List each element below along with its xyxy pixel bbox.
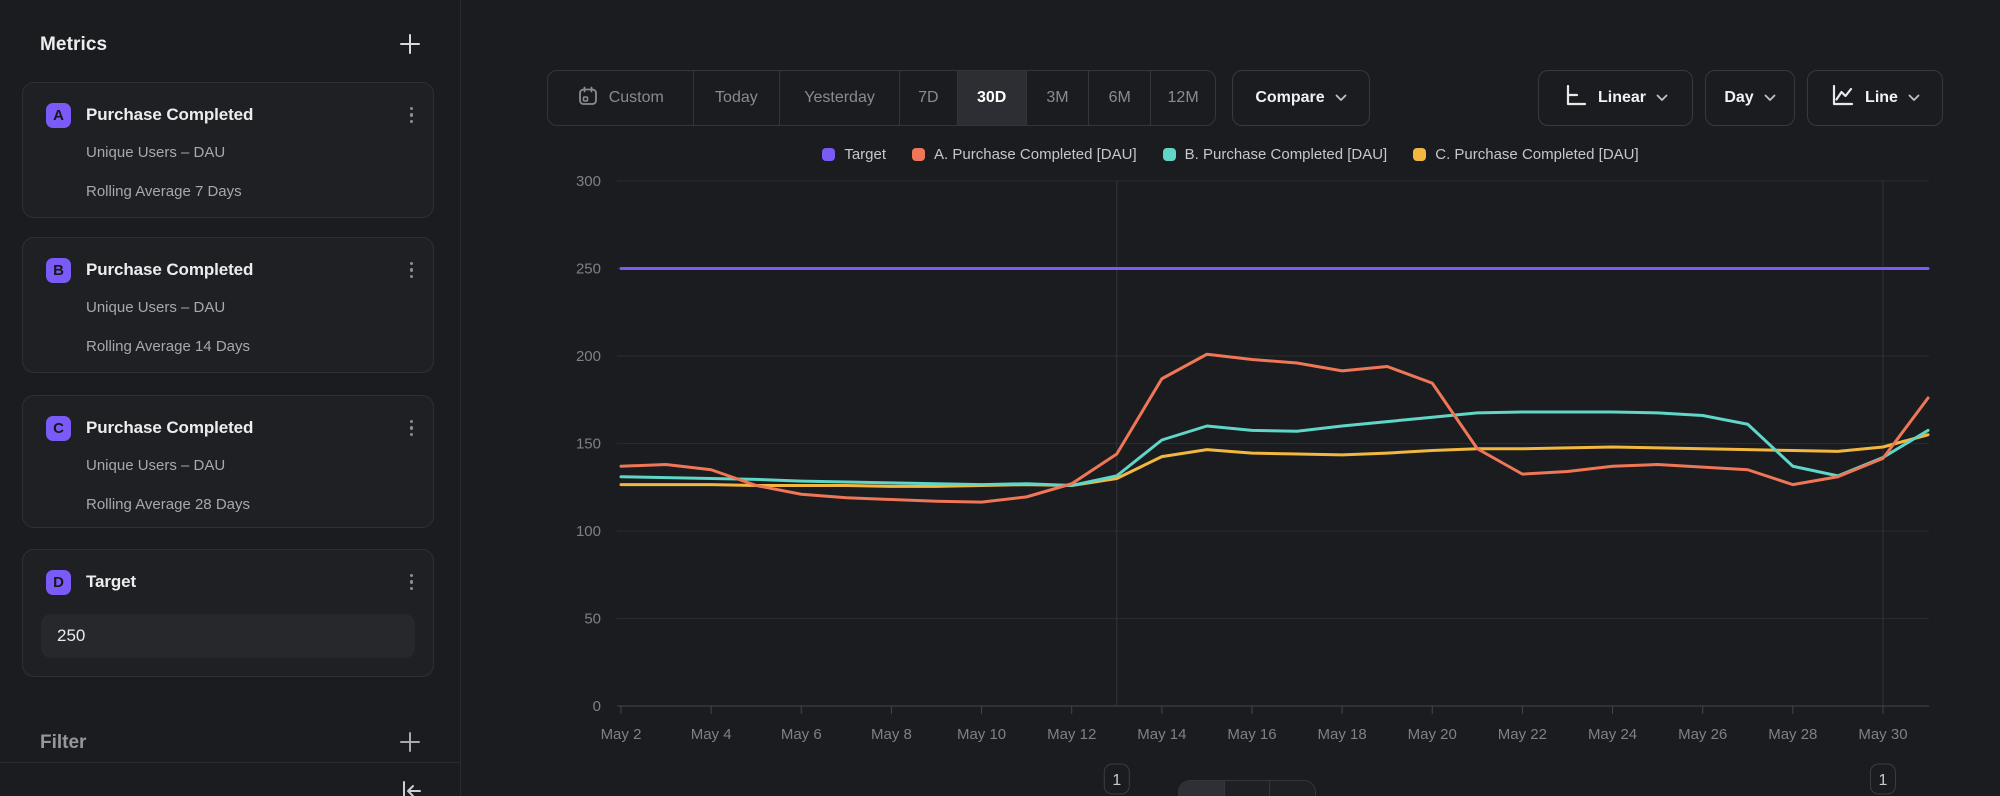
svg-text:May 20: May 20 [1408, 726, 1457, 743]
svg-text:May 24: May 24 [1588, 726, 1637, 743]
sidebar-footer-divider [0, 762, 460, 763]
metric-badge-a: A [46, 103, 71, 128]
metrics-dashboard: Metrics A Purchase Completed Unique User… [0, 0, 2000, 796]
target-value-input[interactable] [41, 614, 415, 658]
sidebar-header: Metrics [40, 30, 422, 60]
metric-card-b[interactable]: B Purchase Completed Unique Users – DAU … [22, 237, 434, 373]
svg-text:250: 250 [576, 261, 601, 278]
target-card[interactable]: D Target [22, 549, 434, 677]
metric-rolling-label: Rolling Average 14 Days [86, 338, 250, 355]
metric-card-head: A Purchase Completed [46, 102, 417, 128]
metric-badge-c: C [46, 416, 71, 441]
metric-title: Purchase Completed [86, 418, 253, 438]
dau-line-chart[interactable]: 0 50 100 150 200 250 300 May 2 May 4 May 6 May 8 Ma… [461, 0, 2000, 796]
svg-text:May 8: May 8 [871, 726, 912, 743]
metric-card-head: C Purchase Completed [46, 415, 417, 441]
svg-text:May 2: May 2 [601, 726, 642, 743]
chart-view-button[interactable] [1179, 781, 1224, 796]
metric-event-label: Unique Users – DAU [86, 457, 225, 474]
svg-text:May 30: May 30 [1858, 726, 1907, 743]
svg-text:May 10: May 10 [957, 726, 1006, 743]
metric-card-c[interactable]: C Purchase Completed Unique Users – DAU … [22, 395, 434, 528]
metric-title: Purchase Completed [86, 260, 253, 280]
target-title: Target [86, 572, 136, 592]
svg-text:1: 1 [1879, 772, 1888, 789]
target-card-head: D Target [46, 569, 417, 595]
plus-icon [398, 730, 422, 757]
metric-title: Purchase Completed [86, 105, 253, 125]
svg-text:May 28: May 28 [1768, 726, 1817, 743]
metric-menu-button[interactable] [406, 258, 418, 283]
filter-row: Filter [40, 728, 422, 758]
metric-rolling-label: Rolling Average 7 Days [86, 183, 242, 200]
metric-event-label: Unique Users – DAU [86, 144, 225, 161]
svg-text:May 4: May 4 [691, 726, 732, 743]
metric-rolling-label: Rolling Average 28 Days [86, 496, 250, 513]
filter-label: Filter [40, 732, 86, 754]
svg-text:May 18: May 18 [1318, 726, 1367, 743]
metric-menu-button[interactable] [406, 103, 418, 128]
metric-card-a[interactable]: A Purchase Completed Unique Users – DAU … [22, 82, 434, 218]
svg-text:150: 150 [576, 436, 601, 453]
kebab-icon [410, 574, 414, 591]
svg-text:May 16: May 16 [1227, 726, 1276, 743]
kebab-icon [410, 107, 414, 124]
svg-text:May 12: May 12 [1047, 726, 1096, 743]
target-menu-button[interactable] [406, 570, 418, 595]
svg-text:50: 50 [584, 611, 601, 628]
sidebar-title: Metrics [40, 34, 107, 56]
card-view-button[interactable] [1269, 781, 1315, 796]
svg-text:May 22: May 22 [1498, 726, 1547, 743]
collapse-sidebar-button[interactable] [398, 778, 424, 796]
metric-card-head: B Purchase Completed [46, 257, 417, 283]
plus-icon [398, 32, 422, 59]
svg-text:May 14: May 14 [1137, 726, 1186, 743]
metric-badge-d: D [46, 570, 71, 595]
svg-text:100: 100 [576, 523, 601, 540]
svg-text:1: 1 [1112, 772, 1121, 789]
metric-badge-b: B [46, 258, 71, 283]
collapse-left-icon [398, 778, 424, 796]
svg-text:300: 300 [576, 173, 601, 190]
svg-text:May 6: May 6 [781, 726, 822, 743]
kebab-icon [410, 262, 414, 279]
metric-menu-button[interactable] [406, 416, 418, 441]
add-filter-button[interactable] [398, 730, 422, 757]
add-metric-button[interactable] [398, 32, 422, 59]
chart-panel: Custom Today Yesterday 7D 30D 3M 6M 12M … [461, 0, 2000, 796]
metric-event-label: Unique Users – DAU [86, 299, 225, 316]
svg-text:200: 200 [576, 348, 601, 365]
kebab-icon [410, 420, 414, 437]
svg-text:0: 0 [593, 698, 601, 715]
view-toggle-group [1178, 780, 1316, 796]
metrics-sidebar: Metrics A Purchase Completed Unique User… [0, 0, 461, 796]
svg-text:May 26: May 26 [1678, 726, 1727, 743]
table-view-button[interactable] [1224, 781, 1270, 796]
